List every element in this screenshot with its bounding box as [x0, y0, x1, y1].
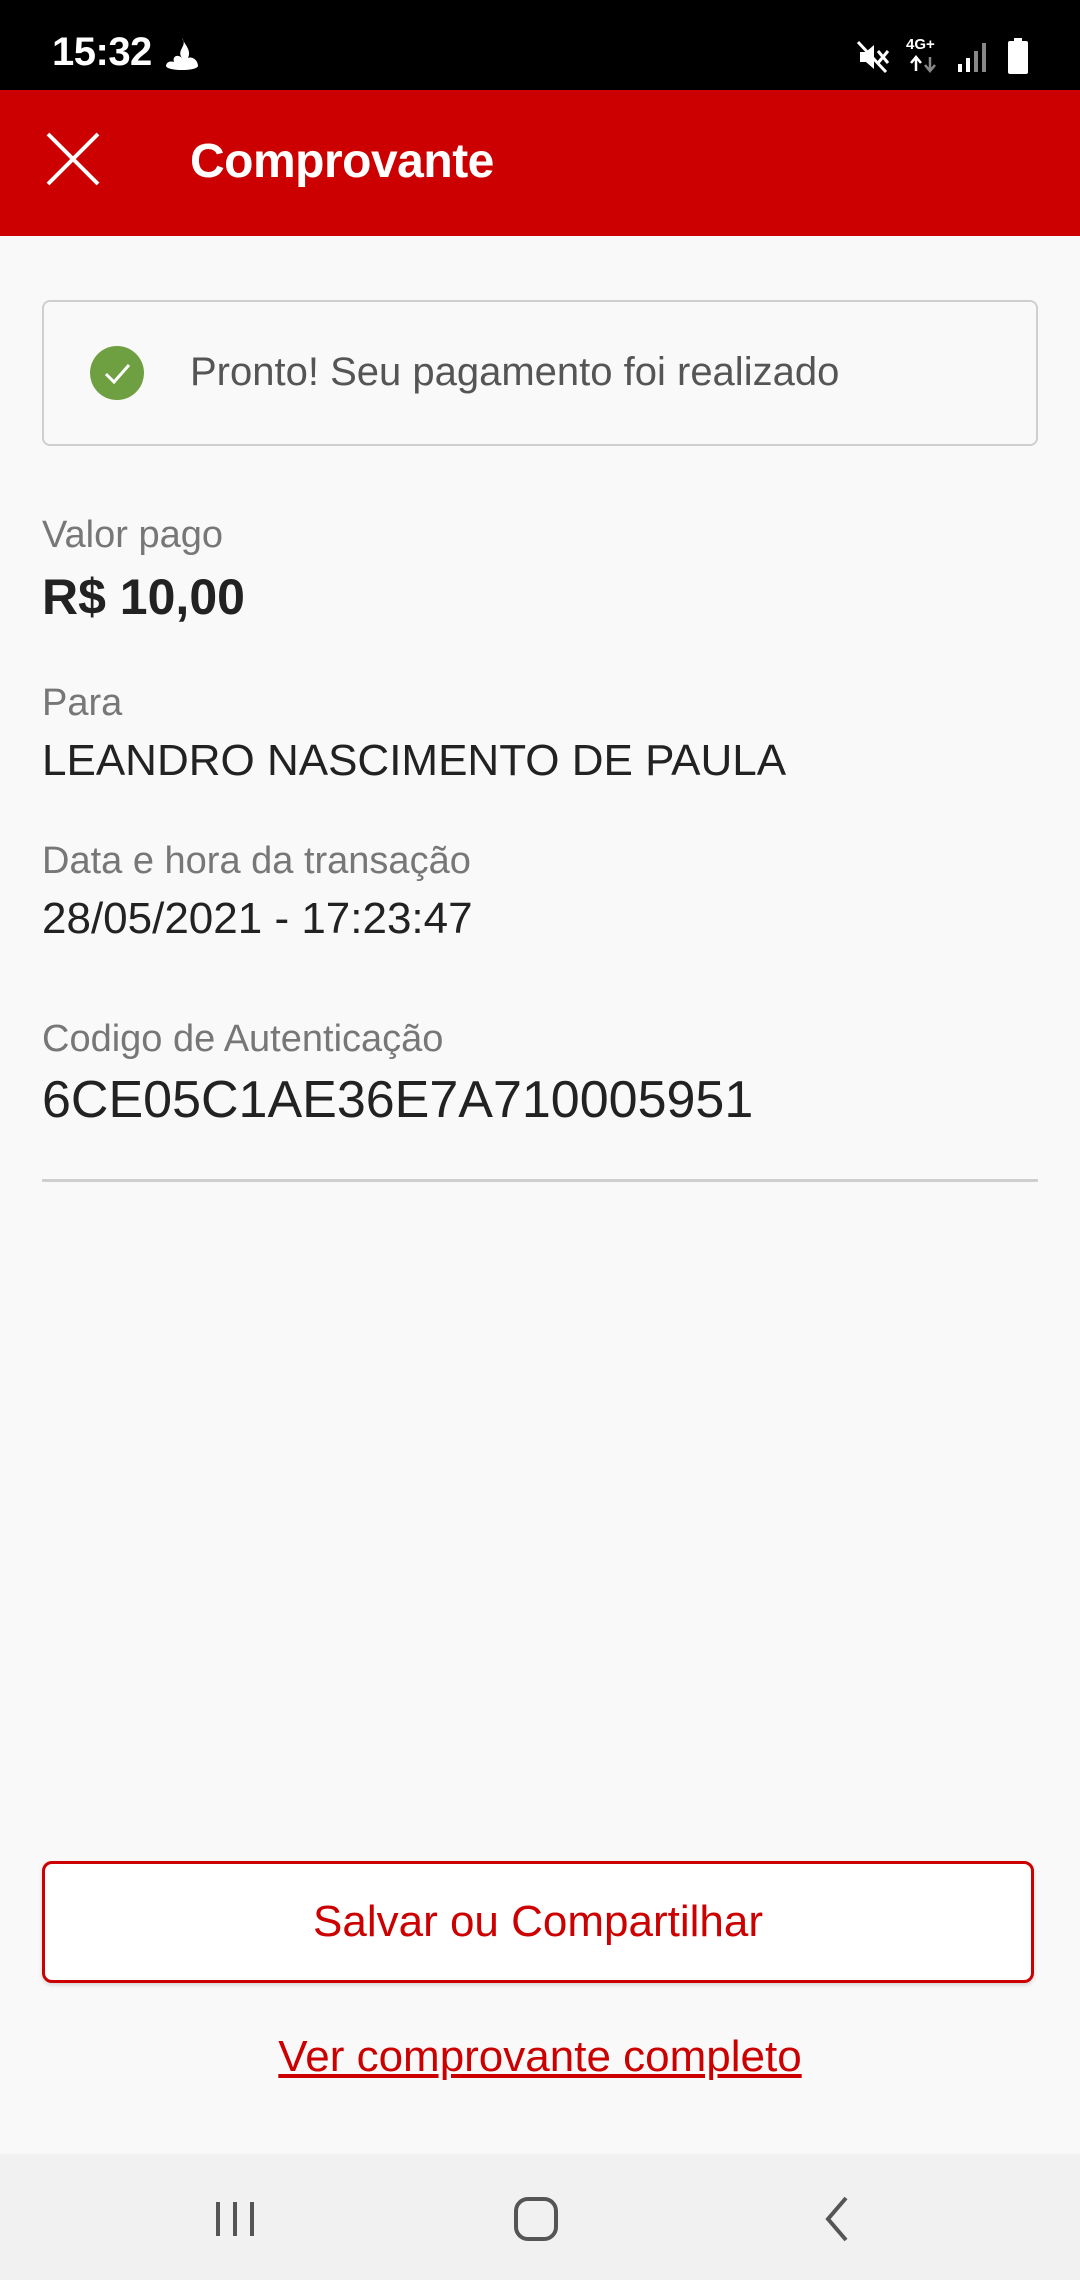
- network-indicator: 4G+: [906, 36, 940, 74]
- datetime-value: 28/05/2021 - 17:23:47: [42, 894, 473, 943]
- auth-code-label: Codigo de Autenticação: [42, 1018, 444, 1060]
- recipient-label: Para: [42, 682, 123, 724]
- close-icon[interactable]: [40, 126, 106, 192]
- success-message: Pronto! Seu pagamento foi realizado: [190, 350, 840, 394]
- status-time: 15:32: [52, 30, 152, 74]
- status-icons: 4G+: [856, 34, 1030, 74]
- signal-icon: [958, 43, 986, 72]
- full-receipt-link[interactable]: Ver comprovante completo: [0, 2032, 1080, 2082]
- home-icon[interactable]: [501, 2184, 571, 2254]
- recipient-value: LEANDRO NASCIMENTO DE PAULA: [42, 736, 787, 785]
- page-title: Comprovante: [190, 135, 494, 188]
- share-button[interactable]: Salvar ou Compartilhar: [42, 1861, 1034, 1983]
- check-circle-icon: [90, 346, 144, 400]
- divider: [42, 1179, 1038, 1182]
- recent-apps-icon[interactable]: [200, 2184, 270, 2254]
- datetime-label: Data e hora da transação: [42, 840, 471, 882]
- mute-icon: [856, 40, 890, 74]
- network-label: 4G+: [906, 36, 935, 53]
- amount-value: R$ 10,00: [42, 569, 245, 625]
- system-nav-bar: [0, 2154, 1080, 2280]
- back-icon[interactable]: [804, 2184, 874, 2254]
- battery-icon: [1008, 38, 1028, 74]
- status-bar: 15:32 4G+: [0, 0, 1080, 90]
- auth-code-value: 6CE05C1AE36E7A710005951: [42, 1071, 754, 1129]
- success-banner: Pronto! Seu pagamento foi realizado: [42, 300, 1038, 446]
- santander-flame-icon: [166, 38, 198, 70]
- app-bar: Comprovante: [0, 90, 1080, 236]
- data-arrows-icon: [910, 55, 936, 73]
- amount-label: Valor pago: [42, 514, 223, 556]
